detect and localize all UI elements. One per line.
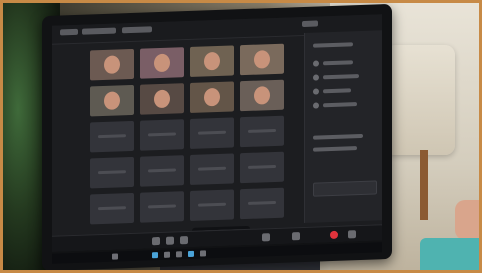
people-icon[interactable] (292, 232, 300, 241)
teal-object (420, 238, 482, 273)
app-icon[interactable] (164, 251, 170, 258)
name-label (98, 134, 126, 139)
face (204, 87, 220, 107)
panel-text (313, 143, 373, 155)
more-icon[interactable] (348, 230, 356, 239)
chair (385, 45, 455, 155)
panel-text (313, 131, 373, 143)
face (204, 51, 220, 71)
name-label (148, 168, 176, 173)
panel-item-label (323, 88, 351, 94)
app-icon[interactable] (176, 251, 182, 258)
name-label (248, 164, 276, 169)
panel-item-label (323, 60, 353, 66)
name-label (148, 132, 176, 137)
participant-placeholder[interactable] (240, 115, 284, 148)
panel-text-line (313, 146, 357, 152)
participant-video[interactable] (140, 47, 184, 79)
panel-item[interactable] (313, 85, 373, 97)
photo-scene (0, 0, 482, 273)
table-leg (420, 150, 428, 220)
participant-video[interactable] (240, 79, 284, 112)
chat-input[interactable] (313, 180, 377, 197)
face (104, 91, 120, 110)
face (104, 55, 120, 74)
face (254, 50, 270, 69)
participant-placeholder[interactable] (240, 187, 284, 220)
name-label (198, 130, 226, 135)
mic-icon[interactable] (152, 236, 160, 246)
panel-item-label (323, 74, 359, 80)
hand (455, 200, 482, 240)
title-text (60, 28, 78, 36)
title-text (82, 27, 116, 35)
participant-video[interactable] (90, 48, 134, 81)
participant-placeholder[interactable] (190, 189, 234, 221)
participant-placeholder[interactable] (90, 192, 134, 225)
participant-placeholder[interactable] (190, 153, 234, 185)
participant-video[interactable] (90, 84, 134, 117)
participant-placeholder[interactable] (90, 156, 134, 189)
participant-video[interactable] (190, 81, 234, 113)
panel-title (313, 42, 353, 48)
camera-icon[interactable] (166, 236, 174, 245)
participant-placeholder[interactable] (190, 117, 234, 149)
window-controls[interactable] (302, 20, 318, 28)
panel-item[interactable] (313, 99, 373, 111)
name-label (98, 206, 126, 211)
panel-item[interactable] (313, 57, 373, 69)
participant-video[interactable] (240, 43, 284, 76)
avatar (313, 74, 319, 81)
panel-item-label (323, 102, 357, 108)
participant-placeholder[interactable] (90, 120, 134, 153)
share-icon[interactable] (180, 236, 188, 245)
panel-header (313, 39, 373, 51)
participant-placeholder[interactable] (140, 155, 184, 187)
leave-icon[interactable] (330, 230, 338, 240)
video-call-screen (52, 14, 382, 252)
avatar (313, 102, 319, 109)
title-text (122, 26, 152, 34)
app-icon[interactable] (200, 250, 206, 257)
face (154, 53, 170, 73)
name-label (98, 170, 126, 175)
face (254, 86, 270, 105)
participant-video[interactable] (140, 83, 184, 115)
participant-video[interactable] (190, 45, 234, 77)
participant-grid (90, 43, 290, 235)
app-icon[interactable] (188, 250, 194, 258)
panel-text-line (313, 133, 363, 140)
side-panel (304, 30, 382, 223)
avatar (313, 60, 319, 67)
start-icon[interactable] (112, 253, 118, 260)
app-icon[interactable] (152, 252, 158, 259)
chat-icon[interactable] (262, 233, 270, 242)
name-label (148, 204, 176, 209)
name-label (248, 128, 276, 133)
name-label (198, 202, 226, 207)
participant-placeholder[interactable] (240, 151, 284, 184)
name-label (248, 200, 276, 205)
name-label (198, 166, 226, 171)
participant-placeholder[interactable] (140, 119, 184, 151)
panel-item[interactable] (313, 71, 373, 83)
face (154, 89, 170, 109)
participant-placeholder[interactable] (140, 191, 184, 223)
avatar (313, 88, 319, 95)
monitor (42, 3, 392, 272)
